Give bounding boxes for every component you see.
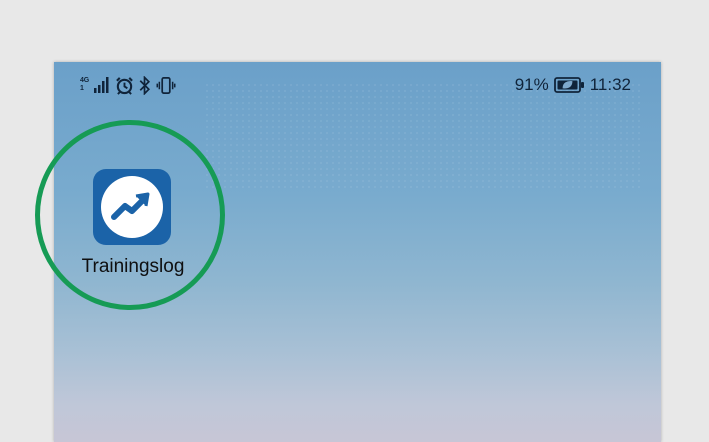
signal-bars-icon — [93, 77, 109, 93]
battery-eco-icon — [553, 77, 584, 93]
trainingslog-app-icon[interactable] — [93, 169, 171, 245]
status-bar: 4G 1 91% 11:32 — [54, 62, 661, 108]
trending-up-icon — [101, 176, 163, 238]
app-shortcut-trainingslog[interactable]: Trainingslog — [73, 169, 193, 279]
network-sub-label: 1 — [80, 85, 84, 92]
alarm-clock-icon — [116, 76, 133, 95]
app-label[interactable]: Trainingslog — [69, 256, 197, 278]
clock: 11:32 — [589, 75, 631, 94]
battery-percent: 91% — [514, 75, 549, 94]
vibrate-icon — [156, 76, 176, 94]
network-type-indicator: 4G 1 — [80, 77, 89, 93]
status-bar-right: 91% 11:32 — [515, 75, 631, 95]
bluetooth-icon — [139, 75, 150, 95]
network-type-label: 4G — [80, 77, 89, 84]
status-bar-left: 4G 1 — [80, 75, 176, 95]
